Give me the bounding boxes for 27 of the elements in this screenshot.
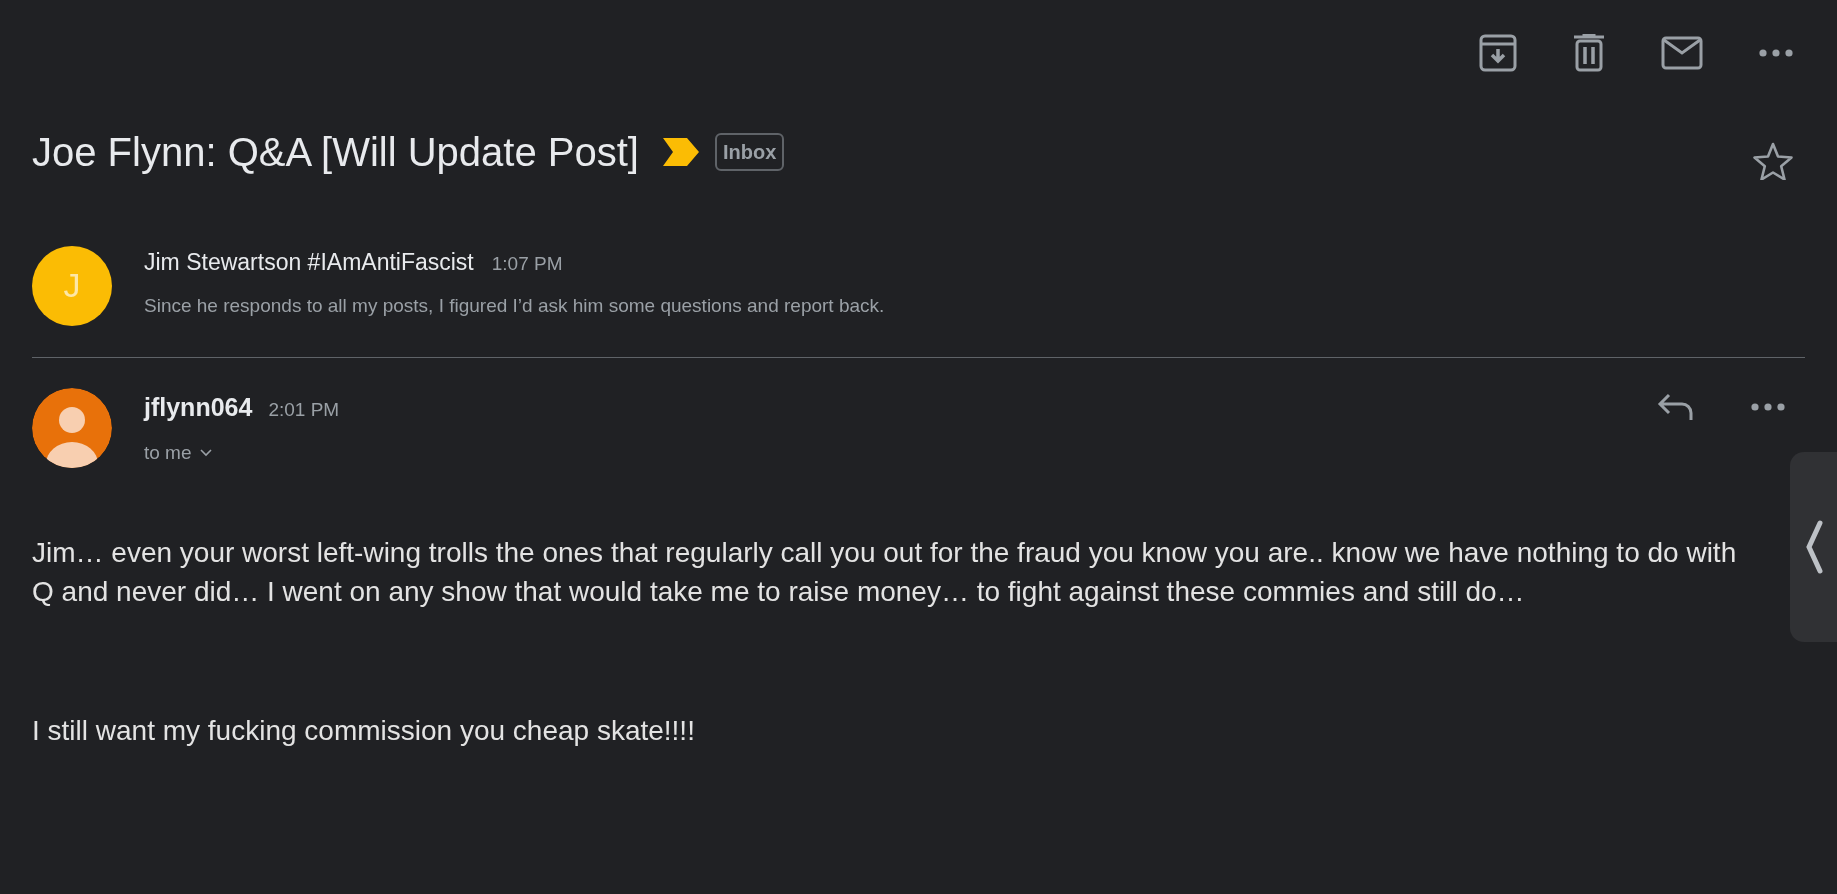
chevron-down-icon — [199, 448, 212, 457]
reply-icon — [1657, 392, 1695, 422]
avatar: J — [32, 245, 112, 326]
recipient-dropdown[interactable]: to me — [144, 438, 212, 467]
importance-marker-icon[interactable] — [662, 138, 699, 166]
message-time: 1:07 PM — [491, 252, 563, 276]
chevron-left-icon — [1804, 520, 1823, 574]
mail-icon — [1661, 36, 1703, 70]
archive-icon — [1479, 34, 1517, 72]
message-paragraph: I still want my fucking commission you cheap skate!!!! — [32, 714, 696, 748]
star-icon — [1753, 142, 1793, 180]
label-chip[interactable]: Inbox — [714, 133, 785, 171]
message-snippet: Since he responds to all my posts, I figured I’d ask him some questions and report back. — [144, 293, 885, 318]
sender-name: Jim Stewartson #IAmAntiFascist — [144, 248, 474, 277]
email-subject: Joe Flynn: Q&A [Will Update Post] — [32, 129, 639, 176]
mark-unread-button[interactable] — [1661, 36, 1703, 70]
more-icon — [1759, 49, 1793, 57]
star-button[interactable] — [1753, 142, 1793, 180]
more-icon — [1751, 403, 1785, 411]
sender-name: jflynn064 — [144, 392, 253, 423]
archive-button[interactable] — [1479, 34, 1517, 72]
more-button[interactable] — [1759, 49, 1793, 57]
message-time: 2:01 PM — [268, 398, 340, 422]
trash-icon — [1573, 34, 1605, 72]
delete-button[interactable] — [1573, 34, 1605, 72]
side-panel-toggle[interactable] — [1790, 452, 1837, 642]
message-paragraph: Jim… even your worst left-wing trolls the ones that regularly call you out for the fraud you know you are.. know we have nothing to do with Q and never did… I went on any show that would take me to raise money… to fight against these commies and still do… — [32, 536, 1738, 609]
